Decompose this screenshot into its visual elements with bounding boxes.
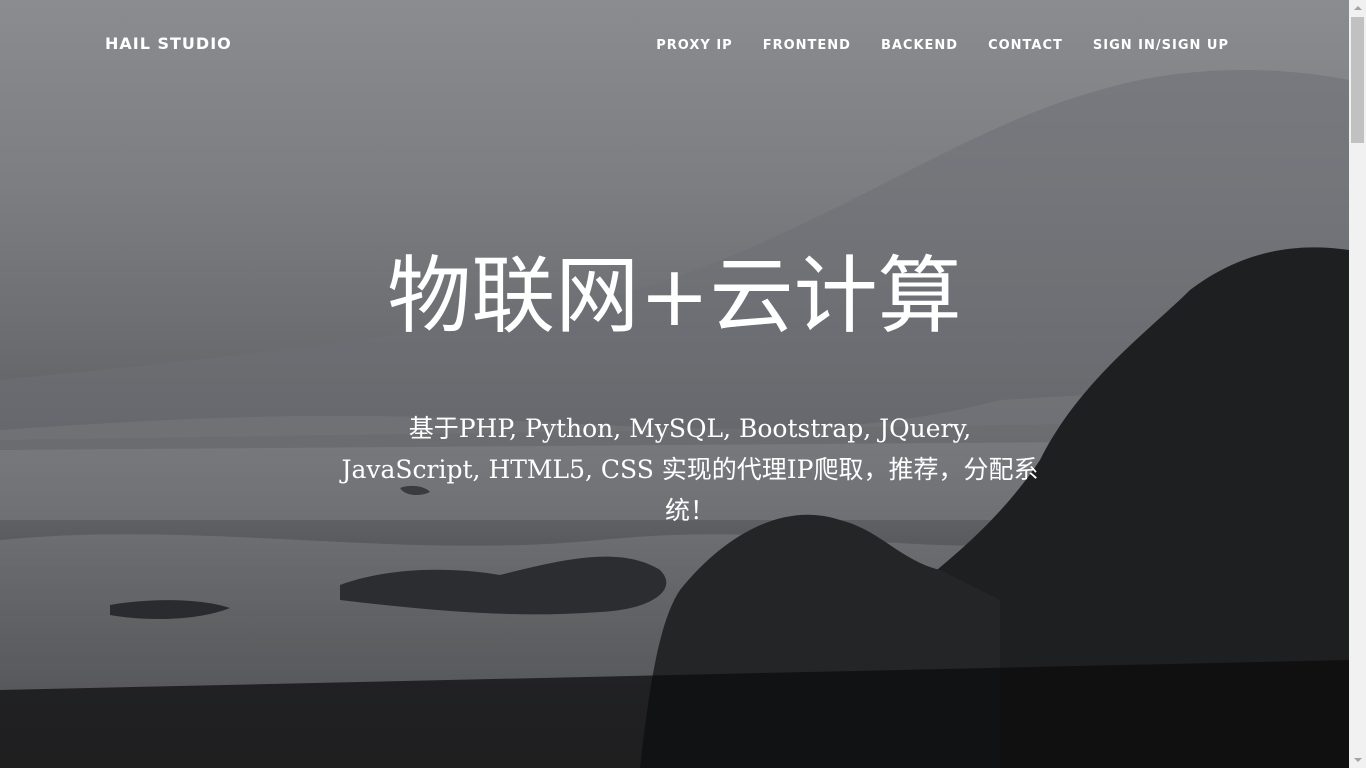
vertical-scrollbar[interactable] bbox=[1349, 0, 1366, 768]
nav-item-sign-in: SIGN IN/SIGN UP bbox=[1093, 36, 1229, 54]
nav-item-backend: BACKEND bbox=[881, 36, 958, 54]
page: HAIL STUDIO PROXY IP FRONTEND BACKEND CO… bbox=[0, 0, 1366, 768]
brand-logo-link[interactable]: HAIL STUDIO bbox=[105, 34, 232, 53]
nav-item-proxy-ip: PROXY IP bbox=[656, 36, 732, 54]
hero-subtitle: 基于PHP, Python, MySQL, Bootstrap, JQuery,… bbox=[341, 414, 1039, 525]
nav-link-sign-in-sign-up[interactable]: SIGN IN/SIGN UP bbox=[1093, 38, 1229, 53]
top-navbar: HAIL STUDIO PROXY IP FRONTEND BACKEND CO… bbox=[0, 0, 1349, 90]
scroll-down-arrow-icon[interactable] bbox=[1349, 751, 1366, 768]
hero-background bbox=[0, 0, 1349, 768]
nav-link-backend[interactable]: BACKEND bbox=[881, 38, 958, 53]
nav-links: PROXY IP FRONTEND BACKEND CONTACT SIGN I… bbox=[626, 36, 1229, 54]
hero-title: 物联网+云计算 bbox=[387, 247, 962, 345]
scrollbar-thumb[interactable] bbox=[1351, 17, 1364, 143]
nav-link-contact[interactable]: CONTACT bbox=[988, 38, 1063, 53]
nav-item-contact: CONTACT bbox=[988, 36, 1063, 54]
nav-link-frontend[interactable]: FRONTEND bbox=[763, 38, 851, 53]
nav-link-proxy-ip[interactable]: PROXY IP bbox=[656, 38, 732, 53]
coastal-landscape-image bbox=[0, 70, 1349, 768]
scroll-up-arrow-icon[interactable] bbox=[1349, 0, 1366, 17]
nav-item-frontend: FRONTEND bbox=[763, 36, 851, 54]
